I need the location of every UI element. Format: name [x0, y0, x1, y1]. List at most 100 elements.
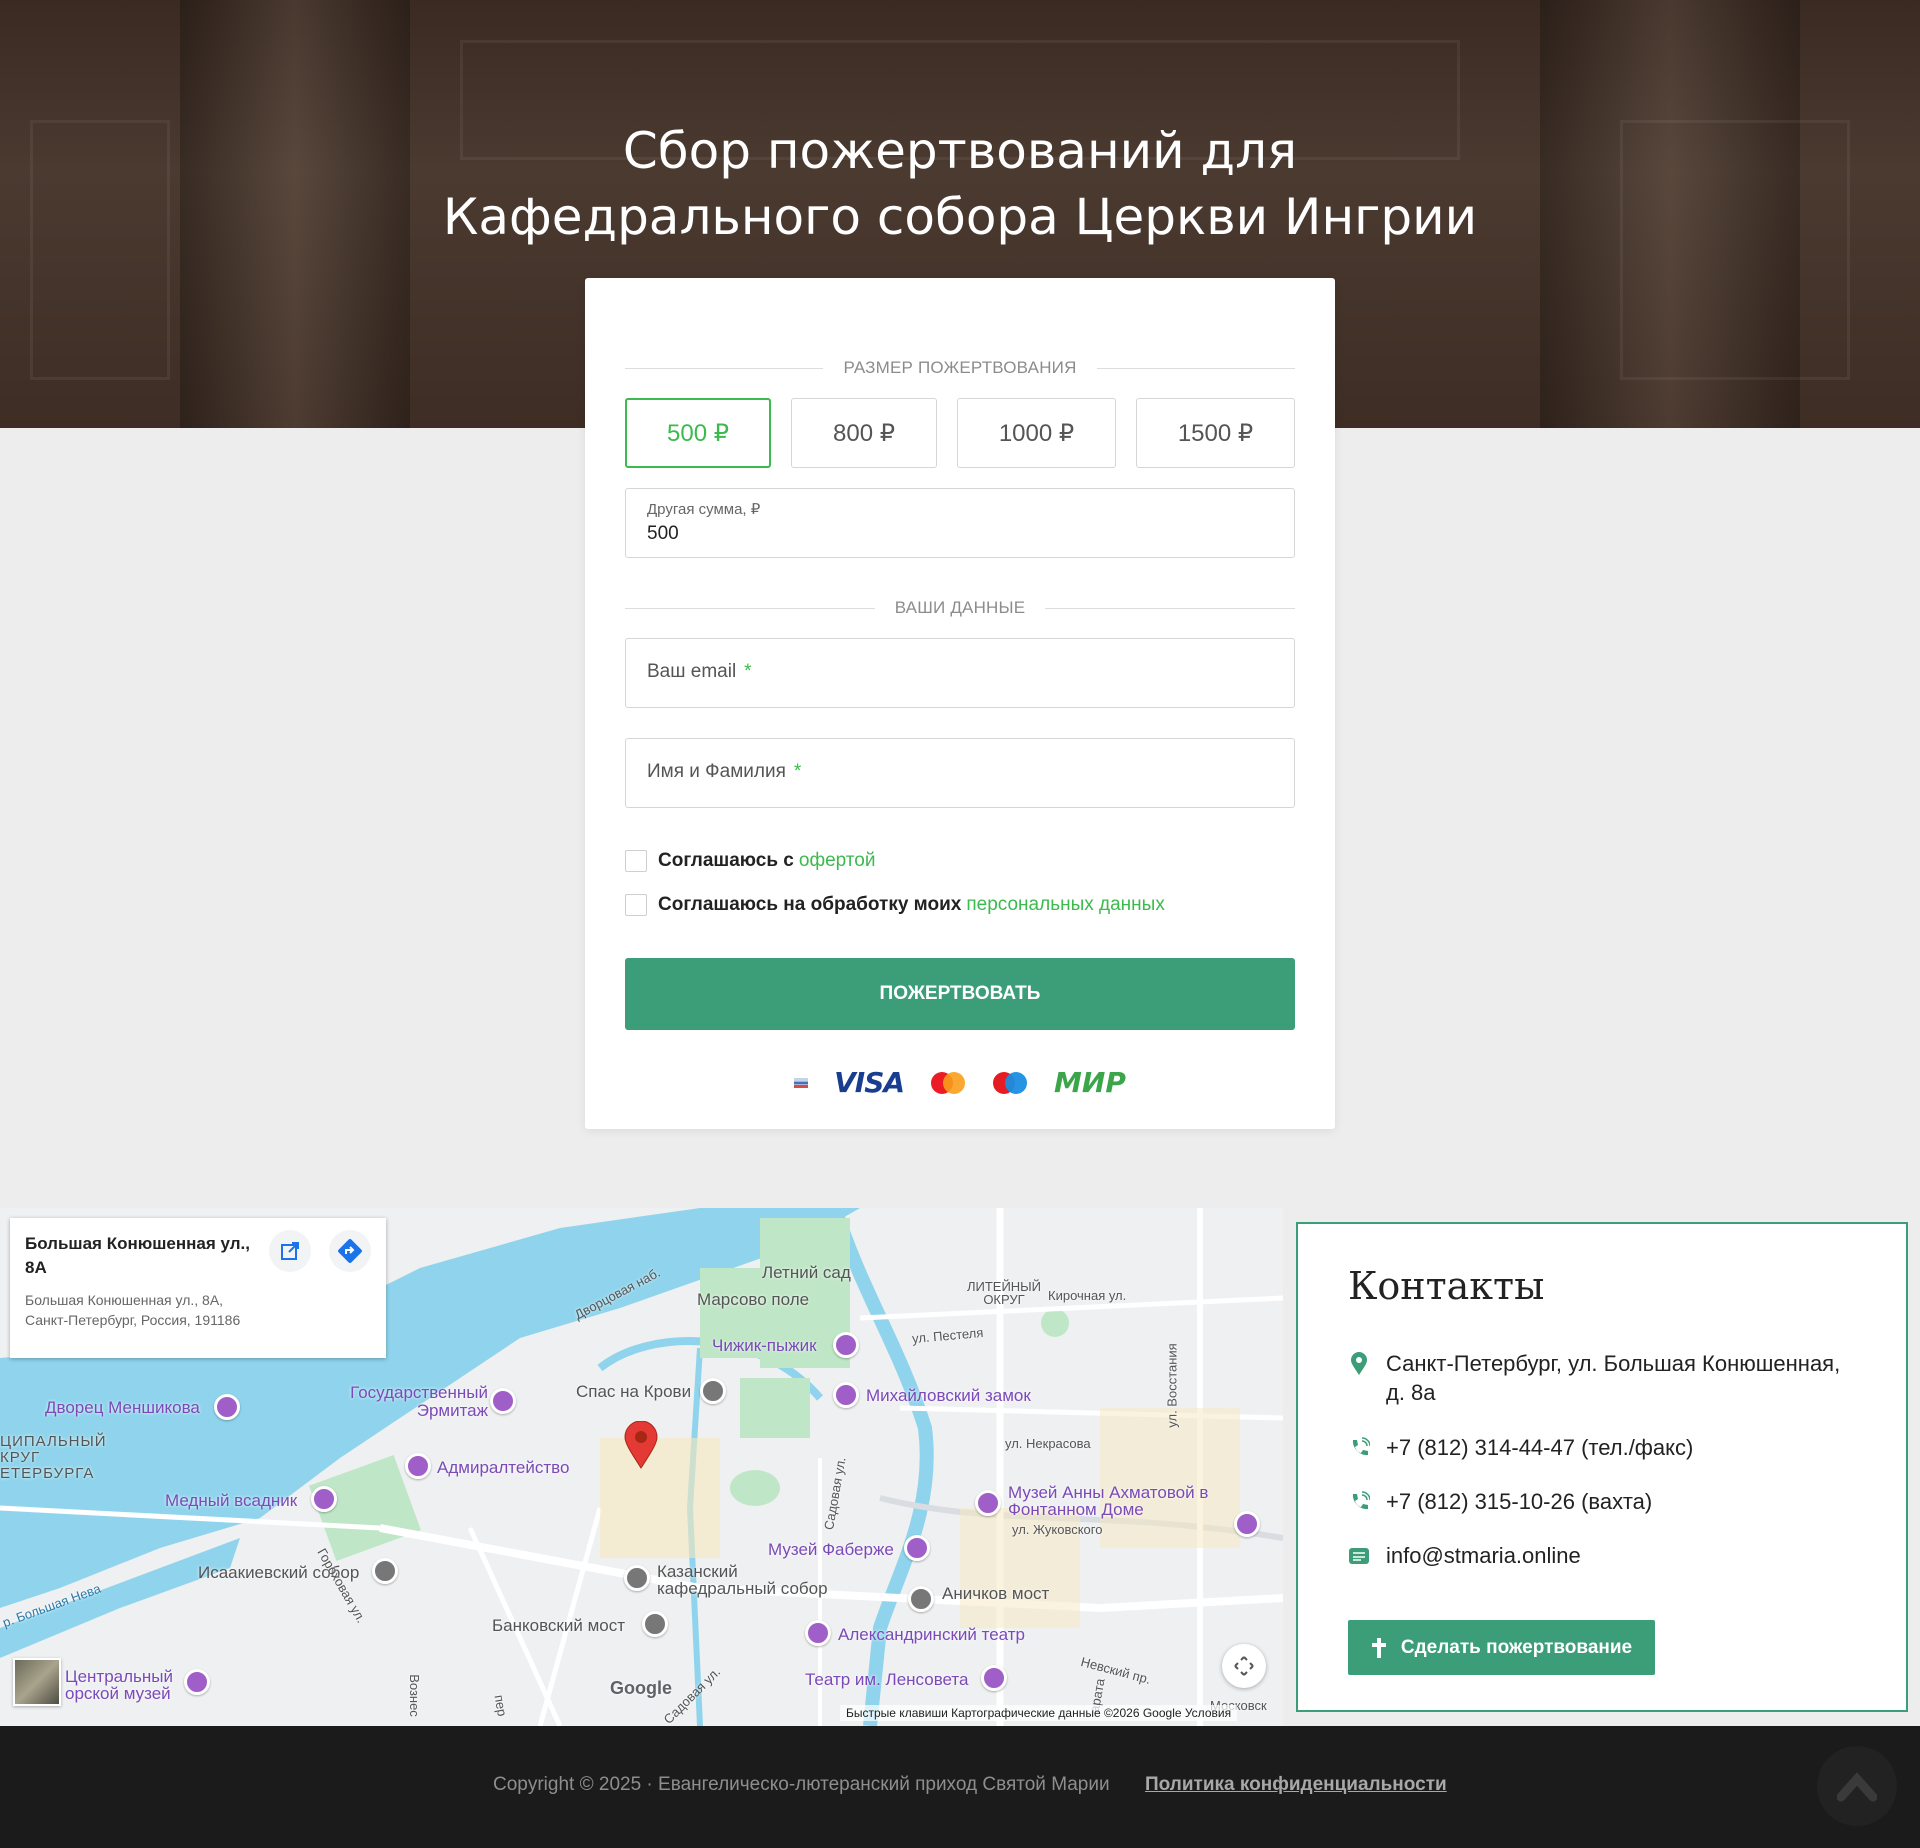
- donate-button[interactable]: Пожертвовать: [625, 958, 1295, 1030]
- map-info-title: Большая Конюшенная ул., 8А: [25, 1234, 250, 1277]
- personal-data-link[interactable]: персональных данных: [966, 894, 1164, 916]
- make-donation-button[interactable]: Сделать пожертвование: [1348, 1620, 1655, 1675]
- map-label: Вознес: [406, 1674, 422, 1717]
- privacy-policy-link[interactable]: Политика конфиденциальности: [1145, 1774, 1447, 1796]
- mastercard-icon: [931, 1071, 966, 1094]
- donation-form-card: Размер пожертвования 500 ₽ 800 ₽ 1000 ₽ …: [585, 278, 1335, 1129]
- amount-option-500[interactable]: 500 ₽: [625, 398, 771, 468]
- google-map[interactable]: Летний сад Марсово поле Дворцовая наб. Л…: [0, 1208, 1283, 1726]
- fullscreen-button[interactable]: [1222, 1644, 1266, 1688]
- map-label: Чижик-пыжик: [712, 1336, 817, 1355]
- satellite-toggle[interactable]: [13, 1658, 61, 1706]
- footer-copyright: Copyright © 2025 · Евангелическо-лютеран…: [493, 1774, 1110, 1795]
- map-label: Музей Анны Ахматовой в Фонтанном Доме: [1008, 1483, 1209, 1519]
- open-external-icon: [281, 1242, 299, 1260]
- other-amount-label: Другая сумма, ₽: [647, 501, 761, 518]
- amount-option-800[interactable]: 800 ₽: [791, 398, 937, 468]
- name-placeholder: Имя и Фамилия *: [647, 761, 802, 782]
- museum-icon[interactable]: [975, 1490, 1001, 1516]
- google-logo: Google: [610, 1678, 672, 1698]
- personal-data-section-title: Ваши данные: [625, 598, 1295, 618]
- map-label: ул. Некрасова: [1005, 1436, 1091, 1451]
- map-label: Адмиралтейство: [437, 1458, 570, 1477]
- required-mark: *: [793, 761, 802, 782]
- map-label: Дворец Меншикова: [45, 1398, 200, 1417]
- museum-icon[interactable]: [833, 1382, 859, 1408]
- map-label: Казанский кафедральный собор: [657, 1562, 828, 1598]
- amount-option-1000[interactable]: 1000 ₽: [957, 398, 1116, 468]
- map-info-card: Большая Конюшенная ул., 8А Большая Конюш…: [10, 1218, 386, 1358]
- theatre-icon[interactable]: [981, 1665, 1007, 1691]
- church-icon[interactable]: [372, 1558, 398, 1584]
- other-amount-value[interactable]: 500: [647, 523, 679, 545]
- page-title-line1: Сбор пожертвований для: [622, 122, 1298, 180]
- contact-address-text: Санкт-Петербург, ул. Большая Конюшенная,…: [1386, 1351, 1841, 1405]
- museum-icon[interactable]: [214, 1394, 240, 1420]
- agree-personal-row: Соглашаюсь на обработку моих персональны…: [625, 894, 1165, 916]
- map-label: ул. Восстания: [1164, 1343, 1180, 1428]
- mir-logo: МИР: [1054, 1066, 1126, 1099]
- agree-offer-text: Соглашаюсь с: [658, 850, 794, 871]
- museum-icon[interactable]: [904, 1535, 930, 1561]
- phone-icon: [1348, 1433, 1370, 1462]
- contact-address: Санкт-Петербург, ул. Большая Конюшенная,…: [1348, 1349, 1848, 1407]
- location-pin-icon[interactable]: [624, 1421, 658, 1469]
- map-marker-icon: [1348, 1349, 1370, 1378]
- chevron-up-icon: [1837, 1772, 1877, 1802]
- map-info-address: Большая Конюшенная ул., 8А, Санкт-Петерб…: [25, 1292, 241, 1328]
- agree-offer-checkbox[interactable]: [625, 850, 647, 872]
- envelope-icon: [1348, 1541, 1370, 1570]
- amount-option-1500[interactable]: 1500 ₽: [1136, 398, 1295, 468]
- footer: Copyright © 2025 · Евангелическо-лютеран…: [0, 1726, 1920, 1848]
- contacts-panel: Контакты Санкт-Петербург, ул. Большая Ко…: [1296, 1222, 1908, 1712]
- map-attribution[interactable]: Быстрые клавиши Картографические данные …: [840, 1705, 1238, 1721]
- map-label: Аничков мост: [942, 1584, 1050, 1603]
- theatre-icon[interactable]: [1234, 1511, 1260, 1537]
- museum-icon[interactable]: [405, 1453, 431, 1479]
- map-label: Банковский мост: [492, 1616, 626, 1635]
- email-placeholder: Ваш email *: [647, 661, 752, 682]
- contact-phone-2-text[interactable]: +7 (812) 315-10-26 (вахта): [1386, 1487, 1652, 1516]
- open-in-maps-button[interactable]: [269, 1230, 311, 1272]
- contact-phone-1-text[interactable]: +7 (812) 314-44-47 (тел./факс): [1386, 1433, 1693, 1462]
- contact-phone-2: +7 (812) 315-10-26 (вахта): [1348, 1487, 1652, 1516]
- map-label: ЦИПАЛЬНЫЙ КРУГ ЕТЕРБУРГА: [0, 1433, 107, 1482]
- map-label: Летний сад: [762, 1263, 851, 1282]
- map-label: ул. Жуковского: [1012, 1522, 1103, 1537]
- name-field[interactable]: Имя и Фамилия *: [625, 738, 1295, 808]
- museum-icon[interactable]: [184, 1669, 210, 1695]
- map-label: Кирочная ул.: [1048, 1288, 1127, 1303]
- payment-logos: VISA МИР: [585, 1066, 1335, 1099]
- other-amount-field[interactable]: Другая сумма, ₽ 500: [625, 488, 1295, 558]
- map-label: ЛИТЕЙНЫЙ ОКРУГ: [966, 1279, 1042, 1307]
- museum-icon[interactable]: [833, 1332, 859, 1358]
- bridge-icon[interactable]: [642, 1611, 668, 1637]
- agree-personal-checkbox[interactable]: [625, 894, 647, 916]
- maestro-icon: [993, 1071, 1028, 1094]
- make-donation-label: Сделать пожертвование: [1400, 1636, 1633, 1658]
- required-mark: *: [744, 661, 752, 682]
- visa-logo: VISA: [834, 1066, 905, 1099]
- museum-icon[interactable]: [490, 1388, 516, 1414]
- monument-icon[interactable]: [311, 1486, 337, 1512]
- scroll-to-top-button[interactable]: [1817, 1746, 1897, 1826]
- map-label: Медный всадник: [165, 1491, 298, 1510]
- contact-phone-1: +7 (812) 314-44-47 (тел./факс): [1348, 1433, 1693, 1462]
- sbp-icon: [794, 1077, 809, 1088]
- church-icon[interactable]: [700, 1378, 726, 1404]
- directions-button[interactable]: [329, 1230, 371, 1272]
- page-title-line2: Кафедрального собора Церкви Ингрии: [442, 188, 1478, 246]
- contact-email-text[interactable]: info@stmaria.online: [1386, 1541, 1581, 1570]
- map-label: Театр им. Ленсовета: [805, 1670, 969, 1689]
- map-label: Александринский театр: [838, 1625, 1025, 1644]
- offer-link[interactable]: офертой: [799, 850, 876, 872]
- theatre-icon[interactable]: [805, 1620, 831, 1646]
- page-title: Сбор пожертвований для Кафедрального соб…: [0, 118, 1920, 250]
- email-field[interactable]: Ваш email *: [625, 638, 1295, 708]
- map-label: Музей Фаберже: [768, 1540, 894, 1559]
- cross-icon: [1371, 1637, 1386, 1658]
- map-label: Спас на Крови: [576, 1382, 692, 1401]
- church-icon[interactable]: [624, 1565, 650, 1591]
- amount-section-title: Размер пожертвования: [625, 358, 1295, 378]
- bridge-icon[interactable]: [908, 1586, 934, 1612]
